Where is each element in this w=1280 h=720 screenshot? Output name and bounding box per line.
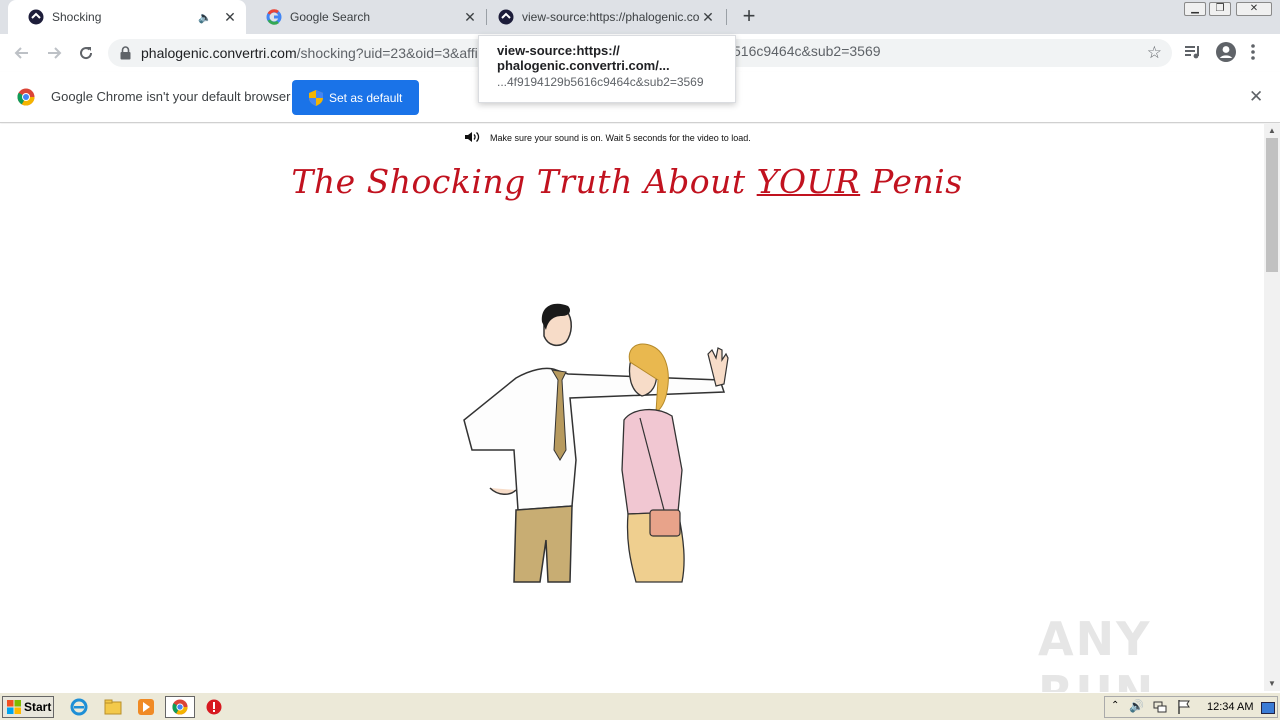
chrome-logo-icon [17,88,35,111]
bookmark-star-icon[interactable]: ☆ [1147,43,1162,63]
sound-notice-text: Make sure your sound is on. Wait 5 secon… [490,133,751,143]
tab-strip: Shocking 🔈 ✕ Google Search ✕ view-source… [0,0,1280,34]
action-center-flag-icon[interactable] [1177,699,1191,720]
tab-title: Shocking [52,10,102,24]
headline-part-2: Penis [860,162,963,201]
url-path: /shocking?uid=23&oid=3&affi [296,45,478,61]
show-desktop-icon[interactable] [1261,701,1275,719]
infobar-message: Google Chrome isn't your default browser [51,89,291,104]
url-tail: 516c9464c&sub2=3569 [733,43,881,59]
media-player-icon[interactable] [137,698,155,716]
scrollbar-thumb[interactable] [1266,138,1278,272]
tooltip-line-1: view-source:https:// [497,43,620,58]
windows-logo-icon [7,700,21,714]
menu-kebab-icon[interactable] [1250,43,1256,66]
set-as-default-label: Set as default [329,90,403,105]
set-as-default-button[interactable]: Set as default [292,80,419,115]
url-text: phalogenic.convertri.com/shocking?uid=23… [141,45,478,61]
stop-sign-icon[interactable] [205,698,223,716]
headline-emphasis: YOUR [756,162,861,201]
start-button[interactable]: Start [2,696,54,718]
page-headline: The Shocking Truth About YOUR Penis [0,162,1254,201]
close-infobar-icon[interactable]: ✕ [1249,87,1263,107]
speaker-icon [464,131,482,145]
tray-expand-icon[interactable]: ⌃ [1111,700,1119,711]
minimize-button[interactable]: ▁ [1184,2,1206,16]
web-page-content: Make sure your sound is on. Wait 5 secon… [0,124,1264,691]
tab-view-source[interactable]: view-source:https://phalogenic.convertri… [486,0,724,34]
new-tab-button[interactable]: + [738,5,760,27]
couple-illustration[interactable] [450,300,740,585]
network-icon[interactable] [1153,700,1167,719]
tab-hover-tooltip: view-source:https:// phalogenic.convertr… [478,35,736,103]
url-host: phalogenic.convertri.com [141,45,297,61]
system-tray: ⌃ 🔊 12:34 AM [1104,696,1278,718]
volume-icon[interactable]: 🔊 [1129,699,1144,713]
scroll-up-arrow-icon[interactable]: ▲ [1268,126,1276,135]
internet-explorer-icon[interactable] [70,698,88,716]
tab-shocking[interactable]: Shocking 🔈 ✕ [8,0,246,34]
windows-taskbar: Start ⌃ 🔊 12:34 AM [0,692,1280,720]
file-explorer-icon[interactable] [104,698,122,716]
site-favicon-icon [498,9,514,25]
tooltip-line-3: ...4f9194129b5616c9464c&sub2=3569 [497,75,704,89]
tab-divider [726,9,727,25]
tooltip-line-2: phalogenic.convertri.com/... [497,58,670,73]
vertical-scrollbar[interactable]: ▲ ▼ [1264,124,1280,691]
sound-notice: Make sure your sound is on. Wait 5 secon… [464,131,751,145]
site-favicon-icon [28,9,44,25]
close-tab-icon[interactable]: ✕ [700,9,716,25]
chrome-taskbar-button[interactable] [165,696,195,718]
shield-icon [309,89,323,106]
forward-arrow-icon[interactable] [42,41,66,65]
tab-title: Google Search [290,10,371,24]
lock-icon[interactable] [120,46,131,65]
back-arrow-icon[interactable] [10,41,34,65]
media-control-icon[interactable] [1184,43,1202,66]
close-tab-icon[interactable]: ✕ [222,9,238,25]
speaker-icon[interactable]: 🔈 [198,11,212,24]
headline-part-1: The Shocking Truth About [291,162,757,201]
clock[interactable]: 12:34 AM [1207,701,1253,713]
close-window-button[interactable]: ✕ [1236,2,1272,16]
google-icon [266,9,282,25]
close-tab-icon[interactable]: ✕ [462,9,478,25]
reload-icon[interactable] [74,41,98,65]
tab-google-search[interactable]: Google Search ✕ [246,0,486,34]
restore-button[interactable]: ❐ [1209,2,1231,16]
profile-avatar-icon[interactable] [1216,42,1236,67]
start-label: Start [24,700,52,714]
tab-title: view-source:https://phalogenic.convertri… [522,10,700,24]
